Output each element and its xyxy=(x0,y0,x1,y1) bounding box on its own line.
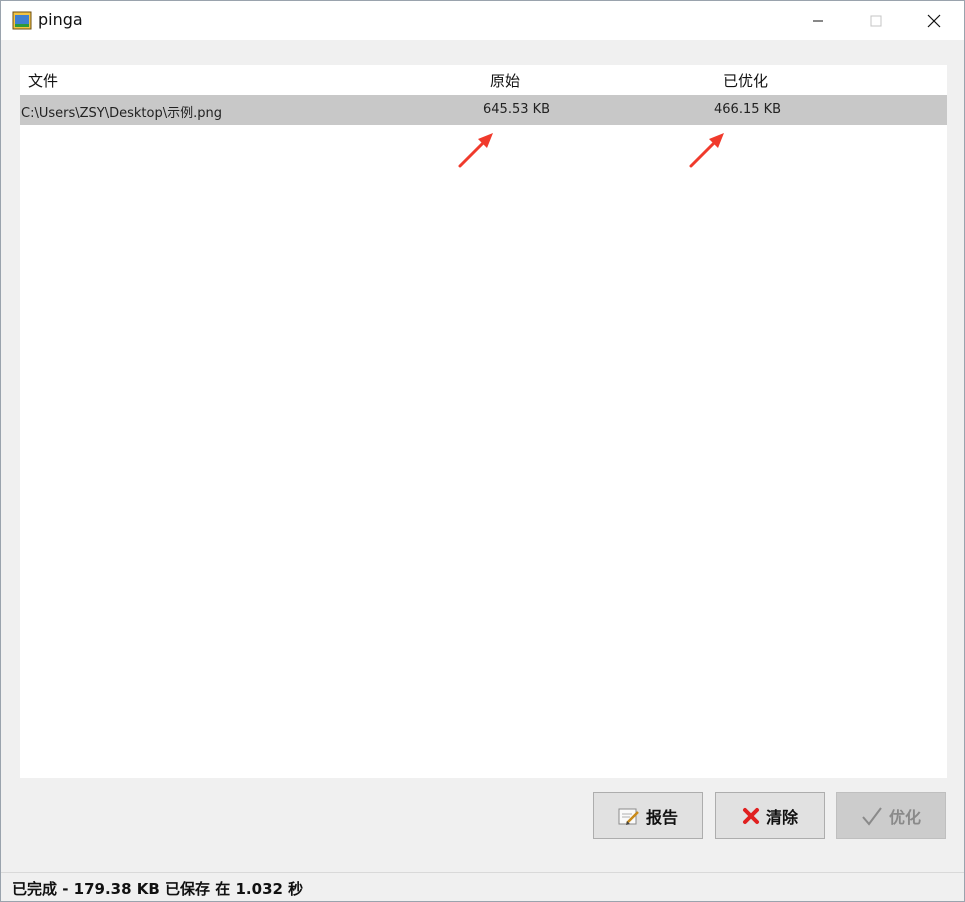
annotation-arrow-icon xyxy=(458,133,493,168)
clear-button[interactable]: 清除 xyxy=(715,792,825,839)
optimize-button[interactable]: 优化 xyxy=(836,792,946,839)
title-bar[interactable]: pinga xyxy=(1,1,964,40)
minimize-button[interactable] xyxy=(789,1,847,40)
clear-x-icon xyxy=(742,807,759,824)
column-header-file[interactable]: 文件 xyxy=(28,70,58,91)
report-icon xyxy=(618,808,639,825)
app-window: pinga 文件 原始 已优化 C:\Users\ZSY\Desktop\示例.… xyxy=(0,0,965,902)
minimize-icon xyxy=(813,20,823,21)
maximize-button[interactable] xyxy=(847,1,905,40)
file-path-cell: C:\Users\ZSY\Desktop\示例.png xyxy=(21,106,222,121)
maximize-icon xyxy=(870,15,882,26)
table-row[interactable]: C:\Users\ZSY\Desktop\示例.png 645.53 KB 46… xyxy=(20,95,947,125)
optimize-button-label: 优化 xyxy=(888,807,921,827)
annotation-arrow-icon xyxy=(689,133,724,168)
status-text: 已完成 - 179.38 KB 已保存 在 1.032 秒 xyxy=(12,880,304,898)
column-header-original[interactable]: 原始 xyxy=(490,70,520,91)
app-image-icon xyxy=(12,11,32,30)
column-header-optimized[interactable]: 已优化 xyxy=(723,70,768,91)
original-size-cell: 645.53 KB xyxy=(483,102,551,117)
list-header: 文件 原始 已优化 xyxy=(20,65,947,95)
optimized-size-cell: 466.15 KB xyxy=(714,102,782,117)
window-title: pinga xyxy=(38,10,83,29)
report-button[interactable]: 报告 xyxy=(593,792,703,839)
file-list[interactable]: 文件 原始 已优化 C:\Users\ZSY\Desktop\示例.png 64… xyxy=(20,65,947,778)
close-icon xyxy=(927,14,941,27)
status-bar: 已完成 - 179.38 KB 已保存 在 1.032 秒 xyxy=(1,872,964,901)
report-button-label: 报告 xyxy=(645,807,678,827)
checkmark-icon xyxy=(862,806,882,826)
close-button[interactable] xyxy=(905,1,963,40)
clear-button-label: 清除 xyxy=(765,807,798,827)
